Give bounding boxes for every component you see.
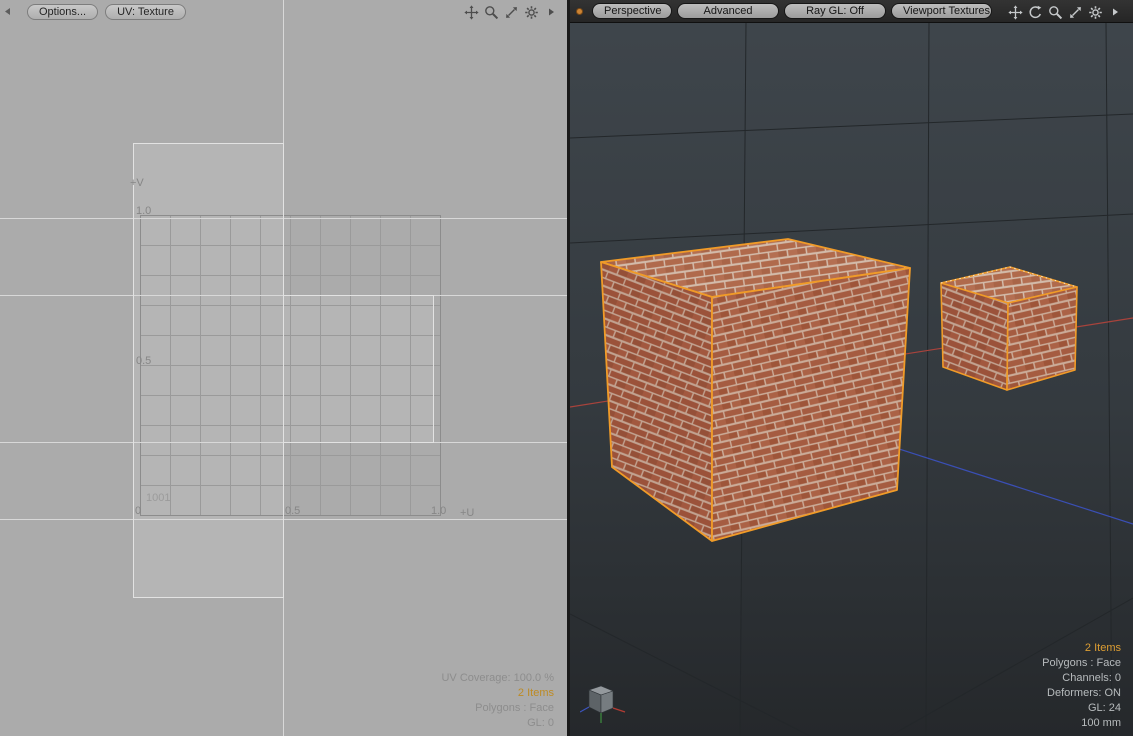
origin-label: 0 bbox=[135, 505, 141, 517]
viewport-menu-dot-icon[interactable] bbox=[576, 7, 583, 15]
deformers-state: Deformers: ON bbox=[1047, 687, 1121, 699]
viewport-3d-canvas bbox=[570, 0, 1133, 736]
uv-toolbar: Options... UV: Texture bbox=[0, 0, 567, 23]
gizmo-x-axis bbox=[612, 707, 626, 713]
v-tick-05: 0.5 bbox=[136, 355, 151, 367]
uv-status-readout: UV Coverage: 100.0 % 2 Items Polygons : … bbox=[441, 671, 554, 731]
gizmo-z-axis bbox=[580, 706, 590, 713]
flyout-arrow-icon[interactable] bbox=[1107, 4, 1123, 20]
uv-items-count: 2 Items bbox=[517, 687, 554, 699]
zoom-icon[interactable] bbox=[483, 4, 499, 20]
uv-gl-count: GL: 0 bbox=[527, 717, 554, 729]
viewport-controls bbox=[1007, 4, 1123, 20]
uv-viewport-controls bbox=[463, 4, 559, 20]
ray-gl-button[interactable]: Ray GL: Off bbox=[784, 3, 886, 19]
uv-coverage-status: UV Coverage: 100.0 % bbox=[441, 672, 554, 684]
gear-icon[interactable] bbox=[1087, 4, 1103, 20]
viewport-toolbar: Perspective Advanced Ray GL: Off Viewpor… bbox=[570, 0, 1133, 23]
uv-editor-panel: +V 1.0 0.5 1001 0 0.5 1.0 +U Options... … bbox=[0, 0, 567, 736]
pan-icon[interactable] bbox=[463, 4, 479, 20]
brick-cube-small[interactable] bbox=[940, 266, 1078, 391]
pan-icon[interactable] bbox=[1007, 4, 1023, 20]
uv-fine-grid bbox=[140, 215, 440, 515]
channels-count: Channels: 0 bbox=[1062, 672, 1121, 684]
udim-tile-label: 1001 bbox=[146, 492, 170, 504]
perspective-viewport-panel: Perspective Advanced Ray GL: Off Viewpor… bbox=[570, 0, 1133, 736]
viewport-textures-button[interactable]: Viewport Textures bbox=[891, 3, 992, 19]
grid-scale: 100 mm bbox=[1081, 717, 1121, 729]
uv-texture-button[interactable]: UV: Texture bbox=[105, 3, 186, 20]
maximize-icon[interactable] bbox=[503, 4, 519, 20]
gear-icon[interactable] bbox=[523, 4, 539, 20]
uv-polygons-mode: Polygons : Face bbox=[475, 702, 554, 714]
options-button[interactable]: Options... bbox=[27, 3, 99, 20]
gl-count: GL: 24 bbox=[1087, 702, 1121, 714]
maximize-icon[interactable] bbox=[1067, 4, 1083, 20]
zoom-icon[interactable] bbox=[1047, 4, 1063, 20]
application-window: +V 1.0 0.5 1001 0 0.5 1.0 +U Options... … bbox=[0, 0, 1133, 736]
viewport-status-readout: 2 Items Polygons : Face Channels: 0 Defo… bbox=[1042, 641, 1121, 731]
panel-collapse-icon[interactable] bbox=[3, 7, 13, 17]
shading-mode-button[interactable]: Advanced bbox=[677, 3, 779, 19]
u-tick-1: 1.0 bbox=[431, 505, 446, 517]
v-tick-1: 1.0 bbox=[136, 205, 151, 217]
u-axis-label: +U bbox=[460, 507, 474, 519]
polygons-mode: Polygons : Face bbox=[1042, 657, 1121, 669]
v-axis-label: +V bbox=[130, 177, 144, 189]
flyout-arrow-icon[interactable] bbox=[543, 4, 559, 20]
u-tick-05: 0.5 bbox=[285, 505, 300, 517]
perspective-view-button[interactable]: Perspective bbox=[592, 3, 672, 19]
uv-grid-canvas: +V 1.0 0.5 1001 0 0.5 1.0 +U bbox=[0, 0, 567, 736]
rotate-icon[interactable] bbox=[1027, 4, 1043, 20]
items-count: 2 Items bbox=[1084, 642, 1121, 654]
axis-gizmo bbox=[580, 685, 626, 723]
